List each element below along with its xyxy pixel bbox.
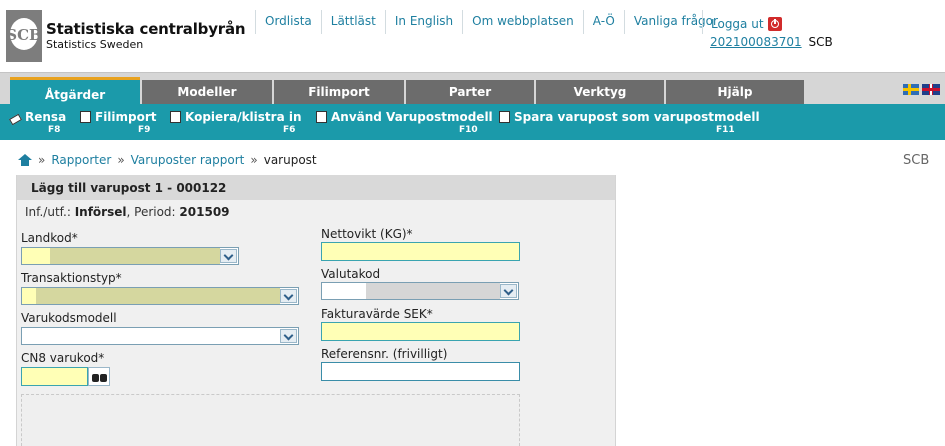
menu-hjalp[interactable]: Hjälp	[666, 80, 804, 105]
breadcrumb-rapporter[interactable]: Rapporter	[51, 153, 111, 167]
valutakod-value	[322, 283, 366, 299]
breadcrumb-separator: »	[250, 153, 258, 167]
top-links: Ordlista Lättläst In English Om webbplat…	[255, 10, 727, 34]
binoculars-search-icon[interactable]	[88, 367, 110, 386]
cn8-label: CN8 varukod*	[21, 351, 105, 365]
link-in-english[interactable]: In English	[384, 10, 462, 34]
save-document-icon	[499, 111, 510, 123]
document-icon	[316, 111, 327, 123]
chevron-down-icon[interactable]	[220, 249, 237, 263]
cn8-input[interactable]	[21, 367, 88, 386]
landkod-select[interactable]	[21, 247, 239, 265]
kopiera-key: F6	[283, 125, 296, 135]
varupost-panel: Lägg till varupost 1 - 000122 Inf./utf.:…	[16, 175, 616, 446]
landkod-label: Landkod*	[21, 231, 78, 245]
spara-label: Spara varupost som varupostmodell	[514, 110, 760, 124]
landkod-fill	[50, 248, 220, 264]
chevron-down-icon[interactable]	[500, 284, 517, 298]
anvand-label: Använd Varupostmodell	[331, 110, 493, 124]
fakturavarde-label: Fakturavärde SEK*	[321, 307, 433, 321]
breadcrumb-separator: »	[38, 153, 46, 167]
varukodsmodell-label: Varukodsmodell	[21, 311, 117, 325]
referensnr-input[interactable]	[321, 362, 520, 381]
link-ordlista[interactable]: Ordlista	[255, 10, 321, 34]
swedish-flag-icon[interactable]	[903, 84, 919, 95]
info-period: 201509	[179, 205, 230, 219]
main-menu: Åtgärder Modeller Filimport Parter Verkt…	[0, 72, 945, 105]
breadcrumb-current: varupost	[263, 153, 317, 167]
uk-flag-icon[interactable]	[922, 84, 940, 95]
user-id-link[interactable]: 202100083701	[710, 35, 802, 49]
eraser-icon	[8, 113, 23, 126]
varukodsmodell-select[interactable]	[21, 327, 299, 345]
action-toolbar: Rensa F8 Filimport F9 Kopiera/klistra in…	[0, 104, 945, 140]
rensa-button[interactable]: Rensa	[8, 110, 67, 126]
panel-title: Lägg till varupost 1 - 000122	[17, 175, 615, 200]
breadcrumb-separator: »	[117, 153, 125, 167]
link-a-o[interactable]: A-Ö	[582, 10, 624, 34]
varukodsmodell-value	[22, 328, 278, 344]
rensa-key: F8	[48, 125, 61, 135]
transaktionstyp-value	[22, 288, 36, 304]
filimport-label: Filimport	[95, 110, 157, 124]
scb-logo-icon[interactable]: SCB	[6, 10, 42, 62]
user-info: 202100083701 SCB	[710, 35, 833, 49]
spara-key: F11	[716, 125, 735, 135]
chevron-down-icon[interactable]	[280, 289, 297, 303]
valutakod-select[interactable]	[321, 282, 519, 300]
spara-varupostmodell-button[interactable]: Spara varupost som varupostmodell	[499, 110, 760, 124]
chevron-down-icon[interactable]	[280, 329, 297, 343]
org-label: SCB	[903, 153, 930, 168]
power-icon	[767, 17, 782, 31]
menu-atgarder[interactable]: Åtgärder	[10, 77, 140, 105]
menu-modeller[interactable]: Modeller	[142, 80, 272, 105]
home-icon[interactable]	[18, 154, 32, 166]
logout-label: Logga ut	[711, 17, 764, 31]
info-flow: Införsel	[74, 205, 127, 219]
anvand-varupostmodell-button[interactable]: Använd Varupostmodell	[316, 110, 493, 124]
link-lattlast[interactable]: Lättläst	[320, 10, 385, 34]
valutakod-label: Valutakod	[321, 267, 381, 281]
language-flags	[903, 84, 940, 95]
filimport-button[interactable]: Filimport	[80, 110, 157, 124]
site-header: SCB Statistiska centralbyrån Statistics …	[0, 0, 945, 72]
copy-icon	[170, 111, 181, 123]
breadcrumb: » Rapporter » Varuposter rapport » varup…	[18, 153, 317, 167]
page: SCB Statistiska centralbyrån Statistics …	[0, 0, 945, 446]
menu-filimport[interactable]: Filimport	[274, 80, 404, 105]
logo-subtitle: Statistics Sweden	[46, 38, 144, 51]
breadcrumb-varuposter-rapport[interactable]: Varuposter rapport	[131, 153, 245, 167]
transaktionstyp-fill	[36, 288, 280, 304]
transaktionstyp-select[interactable]	[21, 287, 299, 305]
link-om-webbplatsen[interactable]: Om webbplatsen	[462, 10, 583, 34]
fakturavarde-input[interactable]	[321, 322, 520, 341]
info-period-label: , Period:	[126, 205, 176, 219]
rensa-label: Rensa	[25, 110, 67, 124]
valutakod-fill	[366, 283, 500, 299]
nettovikt-label: Nettovikt (KG)*	[321, 227, 413, 241]
filimport-key: F9	[138, 125, 151, 135]
file-import-icon	[80, 111, 91, 123]
logo-title[interactable]: Statistiska centralbyrån	[46, 20, 246, 38]
referensnr-label: Referensnr. (frivilligt)	[321, 347, 448, 361]
logout-link[interactable]: Logga ut	[702, 10, 782, 34]
anvand-key: F10	[459, 125, 478, 135]
menu-parter[interactable]: Parter	[406, 80, 534, 105]
transaktionstyp-label: Transaktionstyp*	[21, 271, 122, 285]
svg-text:SCB: SCB	[6, 26, 41, 44]
content-area	[21, 394, 520, 446]
info-prefix: Inf./utf.:	[25, 205, 71, 219]
user-org: SCB	[808, 35, 833, 49]
panel-info: Inf./utf.: Införsel, Period: 201509	[25, 205, 230, 219]
nettovikt-input[interactable]	[321, 242, 520, 261]
landkod-value	[22, 248, 50, 264]
kopiera-klistra-button[interactable]: Kopiera/klistra in	[170, 110, 302, 124]
menu-verktyg[interactable]: Verktyg	[536, 80, 664, 105]
kopiera-label: Kopiera/klistra in	[185, 110, 302, 124]
